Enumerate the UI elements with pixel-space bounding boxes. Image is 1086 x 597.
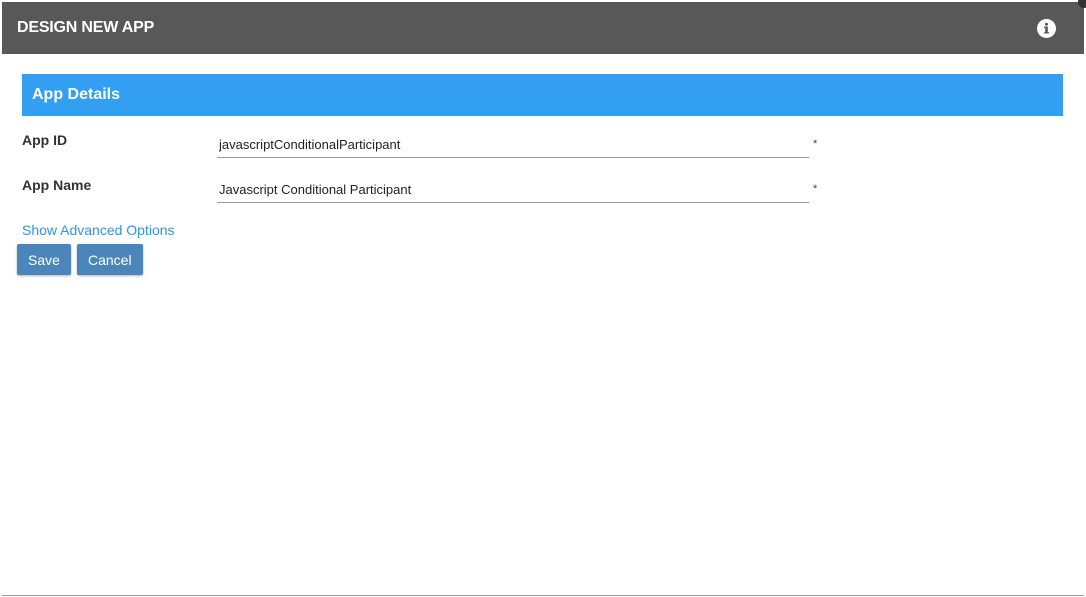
design-new-app-dialog: DESIGN NEW APP App Details App ID * App …	[2, 0, 1086, 596]
info-circle-icon[interactable]	[1037, 18, 1056, 38]
dialog-title: DESIGN NEW APP	[17, 19, 155, 36]
show-advanced-options-link[interactable]: Show Advanced Options	[22, 222, 175, 238]
app-name-required-mark: *	[813, 183, 818, 195]
app-id-input[interactable]	[217, 132, 809, 158]
app-id-row: App ID *	[22, 132, 1022, 172]
app-name-row: App Name *	[22, 177, 1022, 217]
cancel-button[interactable]: Cancel	[77, 244, 143, 275]
dialog-header: DESIGN NEW APP	[2, 2, 1084, 54]
app-id-required-mark: *	[813, 138, 818, 150]
app-id-label: App ID	[22, 132, 68, 148]
app-name-label: App Name	[22, 177, 92, 193]
save-button[interactable]: Save	[17, 244, 71, 275]
app-name-input[interactable]	[217, 177, 809, 203]
info-glyph-icon	[1044, 22, 1049, 33]
app-details-section-header: App Details	[22, 74, 1063, 116]
section-title: App Details	[32, 86, 121, 103]
